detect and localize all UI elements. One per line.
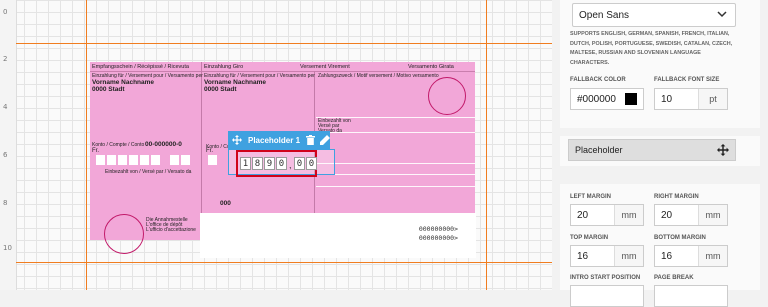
chevron-down-icon [717,10,727,21]
page-break-label: PAGE BREAK [654,275,694,281]
amount-box [140,155,149,165]
amount-digit: 9 [264,157,275,170]
fallback-size-value: 10 [661,93,673,105]
amount-digit: 0 [294,157,305,170]
receiver-label: Die Annahmestelle L'office de dépôt L'uf… [146,217,196,233]
payee-name: Vorname Nachname [204,79,267,86]
placeholder-name: Placeholder 1 [248,135,301,145]
intro-start-input[interactable] [570,285,644,307]
unit-label: mm [698,205,727,225]
top-margin-value: 16 [577,250,589,262]
slip-header-mid2: Versement Virement [300,64,350,70]
margin-guide-left[interactable] [86,0,87,290]
amount-box [151,155,160,165]
slip-header-left: Empfangsschein / Récépissé / Ricevuta [92,64,189,70]
amount-digit: 1 [240,157,251,170]
margins-card: LEFT MARGIN RIGHT MARGIN 20 mm 20 mm TOP… [560,184,760,307]
bottom-margin-value: 16 [661,250,673,262]
page-break-input[interactable] [654,285,728,307]
vertical-ruler: 0 2 4 6 8 10 [0,0,17,290]
ruler-mark: 6 [3,151,8,159]
amount-box [129,155,138,165]
reference-line: 000000000> [418,225,458,233]
unit-label: pt [698,89,727,109]
ruler-mark: 2 [3,55,8,63]
divider [316,132,475,133]
fallback-size-input[interactable]: 10 pt [654,88,728,110]
design-canvas[interactable]: 0 2 4 6 8 10 Empfangsschein / Récépissé … [0,0,552,290]
amount-box [208,155,217,165]
font-support-note: SUPPORTS ENGLISH, GERMAN, SPANISH, FRENC… [570,31,733,66]
ruler-mark: 10 [3,244,12,252]
font-settings-card: Open Sans SUPPORTS ENGLISH, GERMAN, SPAN… [560,0,760,128]
reference-line: 000000000> [418,234,458,242]
amount-box [96,155,105,165]
ruler-mark: 0 [3,8,8,16]
divider [316,186,475,187]
move-icon[interactable] [717,144,729,158]
slip-header-mid: Einzahlung Giro [204,64,244,70]
unit-label: mm [614,205,643,225]
unit-label: mm [614,246,643,266]
stamp-circle [104,214,144,254]
margin-guide-right[interactable] [486,0,487,290]
divider [316,174,475,175]
amount-digit: 8 [252,157,263,170]
ruler-mark: 4 [3,103,8,111]
payee-city: 0000 Stadt [92,86,125,93]
reason-label: Zahlungszweck / Motif versement / Motivo… [318,73,439,79]
right-margin-value: 20 [661,209,673,221]
margin-guide-top[interactable] [16,43,552,44]
top-margin-label: TOP MARGIN [570,235,609,241]
fallback-color-value: #000000 [577,93,616,105]
font-select[interactable]: Open Sans [572,3,736,27]
font-select-value: Open Sans [579,9,630,21]
payee-name: Vorname Nachname [92,79,155,86]
payee-city: 0000 Stadt [204,86,237,93]
bottom-margin-label: BOTTOM MARGIN [654,235,706,241]
left-margin-label: LEFT MARGIN [570,194,611,200]
trash-icon[interactable] [306,135,316,145]
right-margin-input[interactable]: 20 mm [654,204,728,226]
reference-area: 000000000> 000000000> [200,213,476,258]
amount-digit: 0 [306,157,317,170]
amount-box [181,155,190,165]
amount-box [107,155,116,165]
divider [90,71,475,72]
amount-digit: 0 [276,157,287,170]
placeholder-toolbar[interactable]: Placeholder 1 [228,131,331,149]
right-margin-label: RIGHT MARGIN [654,194,699,200]
placeholder-drag-item[interactable]: Placeholder [568,139,736,161]
move-icon[interactable] [232,135,242,145]
account-number: 00-000000-0 [145,141,182,148]
top-margin-input[interactable]: 16 mm [570,245,644,267]
margin-guide-bottom[interactable] [16,262,552,263]
pencil-icon[interactable] [320,135,331,145]
fallback-color-label: FALLBACK COLOR [570,77,626,83]
chf-label: Fr. [92,148,99,154]
fallback-size-label: FALLBACK FONT SIZE [654,77,720,83]
bottom-margin-input[interactable]: 16 mm [654,245,728,267]
stamp-circle [428,77,466,115]
ruler-mark: 8 [3,199,8,207]
slip-code: 000 [220,200,231,207]
slip-header-right: Versamento Girata [408,64,454,70]
placeholder-item-label: Placeholder [575,145,623,155]
intro-start-label: INTRO START POSITION [570,275,641,281]
color-swatch[interactable] [625,93,637,105]
unit-label: mm [698,246,727,266]
fallback-color-input[interactable]: #000000 [570,88,644,110]
properties-panel: Open Sans SUPPORTS ENGLISH, GERMAN, SPAN… [552,0,768,307]
left-margin-input[interactable]: 20 mm [570,204,644,226]
divider [316,163,475,164]
amount-box [118,155,127,165]
decimal-separator: , [289,160,292,170]
placeholder-section: Placeholder [560,136,760,166]
left-margin-value: 20 [577,209,589,221]
chf-label: Fr. [206,148,213,154]
amount-box [170,155,179,165]
account-label: Konto / Compte / Conto [92,142,145,148]
paid-by-label: Einbezahlt von / Versé par / Versato da [105,169,192,175]
